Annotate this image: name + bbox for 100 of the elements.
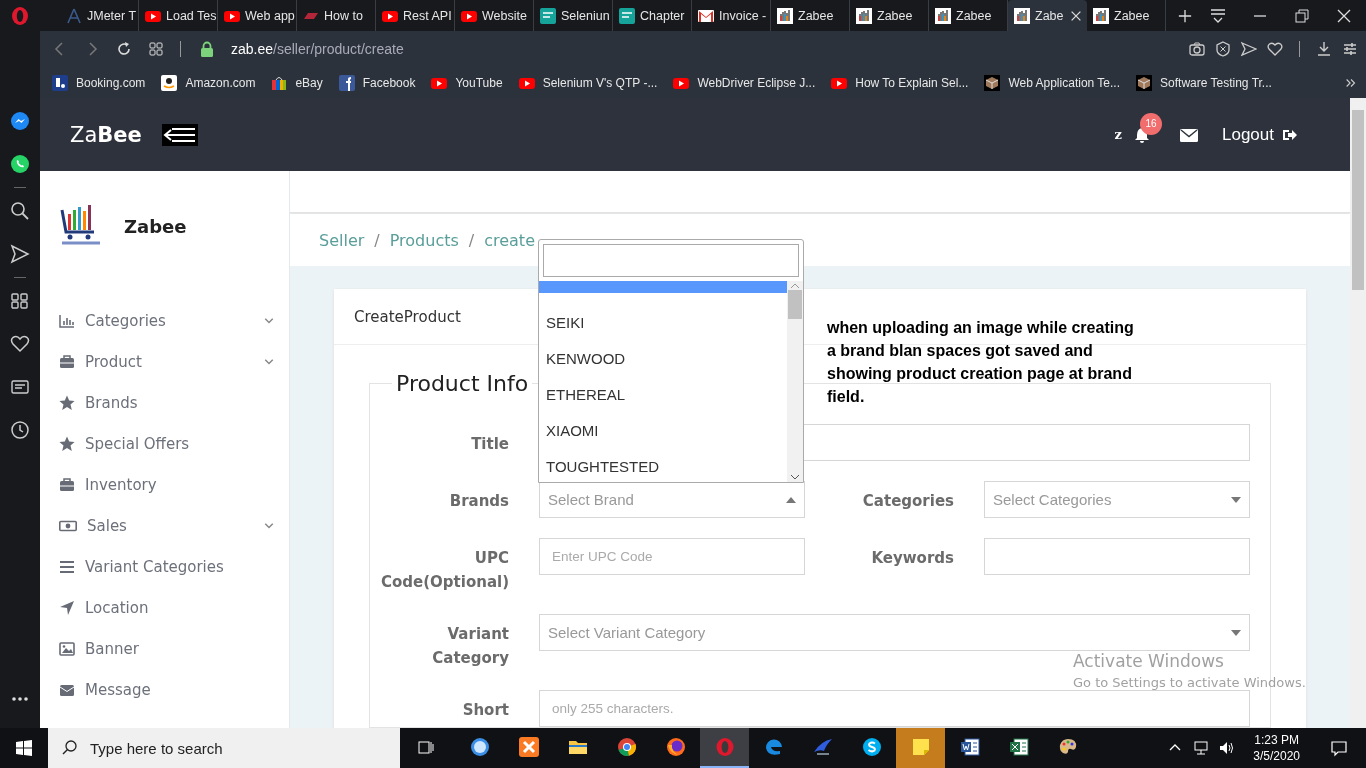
field-label: Keywords [870,548,955,569]
search-field[interactable]: Type here to search [48,728,400,768]
bookmark[interactable]: Booking.com [52,74,146,91]
tile-icon [540,7,556,24]
cube-icon [984,74,1001,91]
tab-menu-icon[interactable] [1209,6,1227,25]
breadcrumb-separator: / [374,230,380,250]
sidebar-item[interactable]: Banner [40,628,289,669]
briefcase-icon [59,476,75,493]
dropdown-option[interactable]: KENWOOD [539,340,787,376]
heart-icon[interactable] [10,334,30,354]
bookmark[interactable]: Web Application Te... [984,74,1121,91]
settings-sliders-icon[interactable] [1342,41,1358,57]
scrollbar[interactable] [787,281,803,482]
dropdown-option[interactable]: TOUGHTESTED [539,448,787,482]
search-field[interactable] [543,244,799,277]
bookmark[interactable]: Selenium V's QTP -... [518,74,658,91]
camera-icon[interactable] [1189,41,1205,57]
envelope-icon [698,7,714,24]
more-icon[interactable] [10,696,30,702]
field-label: Variant Category [431,624,510,669]
breadcrumb-separator: / [468,230,475,250]
caret-icon [1231,496,1241,503]
clock-icon[interactable] [10,420,30,440]
scroll-down-icon[interactable] [791,475,799,480]
menu-icon[interactable] [161,123,198,146]
dropdown-option[interactable]: ETHEREAL [539,376,787,412]
envelope-icon[interactable] [1180,126,1198,143]
star-icon [59,435,75,452]
sidebar-item[interactable]: Message [40,669,289,710]
tent-icon [66,7,82,24]
task-view-icon[interactable] [417,739,435,757]
breadcrumb-current: create [484,230,535,250]
tile-icon [338,74,355,91]
image-icon [59,640,75,657]
download-icon[interactable] [1316,41,1332,57]
dropdown-option[interactable]: XIAOMI [539,412,787,448]
document-icon[interactable] [959,737,980,757]
heart-icon[interactable] [1267,41,1283,57]
bookmark[interactable]: eBay [271,74,323,91]
sidebar-item[interactable]: Location [40,587,289,628]
bookmark[interactable]: Amazon.com [161,74,256,91]
bars-logo-icon [1093,7,1109,24]
volume-icon[interactable] [1219,740,1236,756]
whatsapp-icon[interactable] [10,154,30,174]
opera-icon[interactable] [10,6,30,26]
send-icon[interactable] [10,244,30,264]
sidebar-item[interactable]: Brands [40,382,289,423]
bars-logo-icon [777,7,793,24]
address-field[interactable]: zab.ee/seller/product/create [231,41,404,57]
send-icon[interactable] [1241,41,1257,57]
network-icon[interactable] [1193,740,1210,756]
notifications-icon[interactable] [1330,739,1348,757]
bookmark[interactable]: Facebook [338,74,416,91]
fox-icon[interactable] [665,737,686,757]
sidebar-item[interactable]: Inventory [40,464,289,505]
dropdown-option[interactable]: SEIKI [539,304,787,340]
logout-button[interactable]: Logout [1222,124,1298,145]
spreadsheet-icon[interactable] [1008,737,1029,757]
briefcase-icon [59,353,75,370]
caret-icon [786,496,796,503]
reload-icon[interactable] [116,41,132,57]
cube-icon [1136,74,1153,91]
restore-icon[interactable] [1293,6,1311,25]
bookmark[interactable]: WebDriver Eclipse J... [673,74,816,91]
input-field[interactable] [984,538,1250,575]
news-icon[interactable] [10,377,30,397]
skype-icon[interactable] [861,737,882,757]
sidebar-item[interactable]: Variant Categories [40,546,289,587]
logo[interactable]: ZaBee [70,122,142,147]
shield-icon[interactable] [1215,41,1231,57]
bookmark[interactable]: YouTube [431,74,503,91]
user-initial[interactable]: z [1114,127,1122,142]
search-icon[interactable] [10,201,30,221]
bookmark[interactable]: How To Explain Sel... [831,74,969,91]
compass-icon[interactable] [469,737,490,757]
new-tab-icon[interactable] [1178,8,1192,23]
windows-icon[interactable] [16,740,32,756]
palette-icon[interactable] [1057,737,1078,757]
bookmark[interactable]: Software Testing Tr... [1136,74,1272,91]
sidebar-item[interactable]: Sales [40,505,289,546]
sticky-note-icon[interactable] [910,737,931,757]
clock[interactable]: 1:23 PM 3/5/2020 [1253,732,1300,764]
scroll-thumb[interactable] [1352,110,1364,290]
chrome-icon[interactable] [616,737,637,757]
sidebar-item[interactable]: Special Offers [40,423,289,464]
smile-icon [161,74,178,91]
sidebar-item[interactable]: Categories [40,300,289,341]
xampp-icon[interactable] [518,737,539,757]
grid-icon[interactable] [10,291,30,311]
field-label: UPC Code(Optional) [380,548,510,593]
bird-icon[interactable] [812,737,833,757]
browser-tab[interactable]: Zabe [1008,0,1087,31]
sidebar-item[interactable]: Product [40,341,289,382]
grid-icon[interactable] [148,41,164,57]
menu-lines-icon [59,558,75,575]
messenger-icon[interactable] [10,111,30,131]
scroll-thumb[interactable] [788,290,802,319]
edge-icon[interactable] [763,737,784,757]
scrollbar[interactable] [1350,98,1366,728]
